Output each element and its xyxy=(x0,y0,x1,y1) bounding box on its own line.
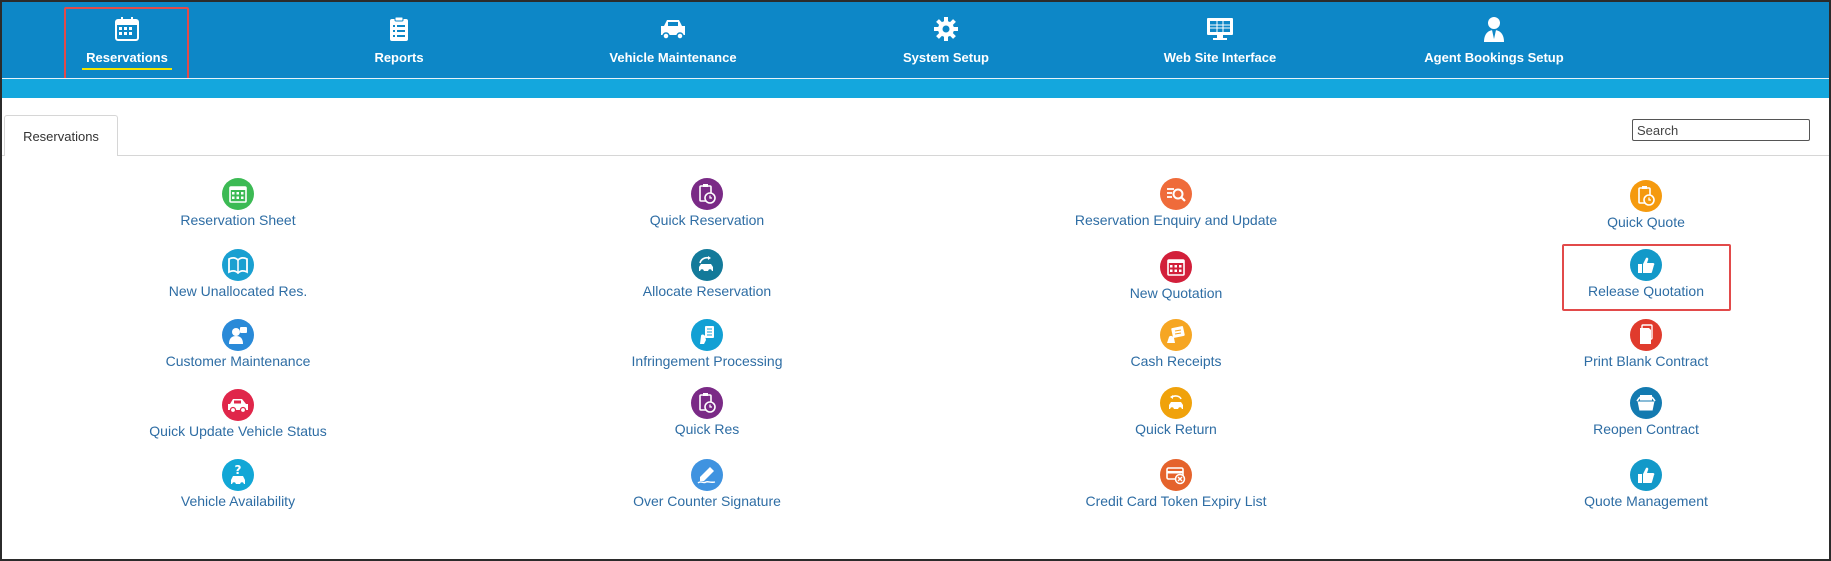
pen-icon xyxy=(691,459,723,491)
car-return-icon xyxy=(1160,387,1192,419)
highlight-box xyxy=(64,7,189,88)
tab-bar-divider xyxy=(2,155,1829,156)
nav-item-vehicle-maintenance[interactable]: Vehicle Maintenance xyxy=(602,2,744,78)
thumbs-up-icon xyxy=(1630,459,1662,491)
calendar-icon xyxy=(1160,251,1192,283)
credit-card-icon xyxy=(1160,459,1192,491)
menu-item-label: Infringement Processing xyxy=(631,353,783,369)
top-navigation: Reservations Reports Vehicle Maintenance… xyxy=(2,2,1829,78)
nav-item-web-site-interface[interactable]: Web Site Interface xyxy=(1157,2,1283,78)
highlight-box xyxy=(1562,244,1731,311)
menu-item-label: Customer Maintenance xyxy=(165,353,311,369)
nav-label: Agent Bookings Setup xyxy=(1424,50,1564,65)
nav-label: Reports xyxy=(374,50,424,65)
monitor-icon xyxy=(1205,14,1235,44)
tab-label: Reservations xyxy=(23,129,99,144)
book-icon xyxy=(222,249,254,281)
car-icon xyxy=(658,14,688,44)
sub-navigation-bar xyxy=(2,79,1829,98)
menu-item-label: Reservation Sheet xyxy=(180,212,296,228)
clipboard-clock-icon xyxy=(691,387,723,419)
car-swap-icon xyxy=(691,249,723,281)
search-list-icon xyxy=(1160,178,1192,210)
clipboard-clock-icon xyxy=(1630,180,1662,212)
document-hand-icon xyxy=(691,319,723,351)
menu-item-label: Quote Management xyxy=(1584,493,1708,509)
menu-item-label: Quick Res xyxy=(674,421,740,437)
app-window: Reservations Reports Vehicle Maintenance… xyxy=(0,0,1831,561)
menu-item-label: Reservation Enquiry and Update xyxy=(1074,212,1278,228)
nav-item-reports[interactable]: Reports xyxy=(348,2,450,78)
menu-item-label: New Quotation xyxy=(1129,285,1223,301)
menu-item-label: Reopen Contract xyxy=(1593,421,1699,437)
tab-reservations[interactable]: Reservations xyxy=(4,115,118,156)
search-input[interactable] xyxy=(1632,119,1810,141)
menu-item-label: Quick Quote xyxy=(1607,214,1685,230)
clipboard-clock-icon xyxy=(691,178,723,210)
svg-text:?: ? xyxy=(235,463,242,477)
document-icon xyxy=(1630,319,1662,351)
agent-icon xyxy=(1479,14,1509,44)
car-question-icon: ? xyxy=(222,459,254,491)
nav-item-agent-bookings-setup[interactable]: Agent Bookings Setup xyxy=(1420,2,1568,78)
nav-label: Web Site Interface xyxy=(1163,50,1277,65)
menu-item-label: Print Blank Contract xyxy=(1583,353,1709,369)
menu-item-label: Quick Reservation xyxy=(649,212,765,228)
car-icon xyxy=(222,389,254,421)
open-folder-icon xyxy=(1630,387,1662,419)
menu-item-label: Credit Card Token Expiry List xyxy=(1085,493,1267,509)
menu-item-label: Quick Update Vehicle Status xyxy=(149,423,327,439)
user-icon xyxy=(222,319,254,351)
menu-item-label: Over Counter Signature xyxy=(633,493,781,509)
menu-item-label: Vehicle Availability xyxy=(180,493,296,509)
menu-item-label: Quick Return xyxy=(1135,421,1217,437)
nav-label: System Setup xyxy=(903,50,989,65)
calendar-icon xyxy=(222,178,254,210)
checklist-icon xyxy=(384,14,414,44)
nav-label: Vehicle Maintenance xyxy=(609,50,737,65)
receipt-icon xyxy=(1160,319,1192,351)
nav-item-system-setup[interactable]: System Setup xyxy=(890,2,1002,78)
menu-item-label: Cash Receipts xyxy=(1130,353,1222,369)
menu-item-label: New Unallocated Res. xyxy=(168,283,308,299)
gear-icon xyxy=(931,14,961,44)
menu-item-label: Allocate Reservation xyxy=(642,283,772,299)
